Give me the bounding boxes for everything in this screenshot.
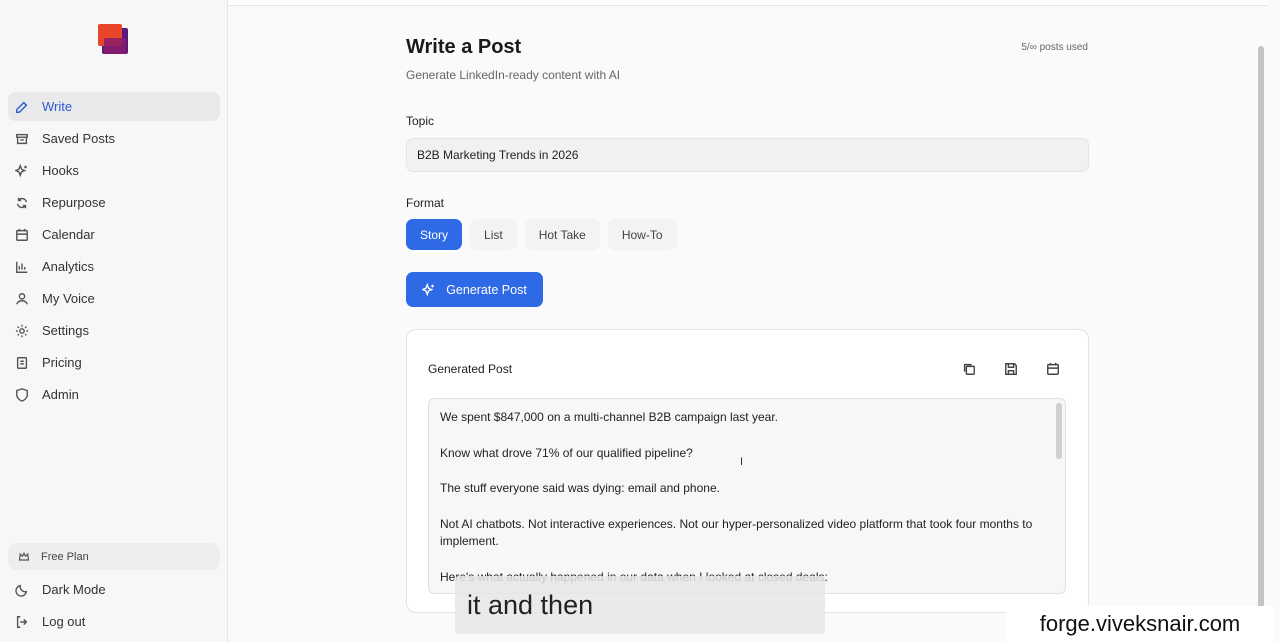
archive-icon xyxy=(14,131,30,147)
generated-post-card: Generated Post We spent $847,000 on a mu… xyxy=(406,329,1089,613)
crown-icon xyxy=(18,551,30,561)
refresh-icon xyxy=(14,195,30,211)
generate-post-button[interactable]: Generate Post xyxy=(406,272,543,307)
sidebar-item-label: My Voice xyxy=(42,291,95,306)
sparkle-icon xyxy=(14,163,30,179)
dark-mode-toggle[interactable]: Dark Mode xyxy=(8,575,220,604)
sidebar-item-write[interactable]: Write xyxy=(8,92,220,121)
page-scrollbar-thumb[interactable] xyxy=(1258,46,1264,642)
post-actions xyxy=(960,360,1062,378)
topic-label: Topic xyxy=(406,114,435,128)
sidebar-bottom-nav: Dark Mode Log out xyxy=(8,575,220,639)
sidebar-item-label: Repurpose xyxy=(42,195,106,210)
post-paragraph: The stuff everyone said was dying: email… xyxy=(440,481,720,495)
sidebar-item-label: Saved Posts xyxy=(42,131,115,146)
pencil-icon xyxy=(14,99,30,115)
sidebar-item-label: Analytics xyxy=(42,259,95,274)
logout-label: Log out xyxy=(42,614,86,629)
sidebar-item-admin[interactable]: Admin xyxy=(8,380,220,409)
sidebar-item-settings[interactable]: Settings xyxy=(8,316,220,345)
usage-counter: 5/∞ posts used xyxy=(1021,42,1088,53)
gear-icon xyxy=(14,323,30,339)
format-selector: Story List Hot Take How-To xyxy=(406,219,677,250)
page-scrollbar[interactable] xyxy=(1258,46,1264,642)
sidebar-item-pricing[interactable]: Pricing xyxy=(8,348,220,377)
sidebar-item-label: Write xyxy=(42,99,73,114)
moon-icon xyxy=(14,582,30,598)
text-cursor-icon: I xyxy=(740,456,744,468)
bar-chart-icon xyxy=(14,259,30,275)
format-label: Format xyxy=(406,196,445,210)
dark-mode-label: Dark Mode xyxy=(42,582,106,597)
generated-post-text[interactable]: We spent $847,000 on a multi-channel B2B… xyxy=(428,398,1066,594)
sparkle-icon xyxy=(422,282,434,296)
sidebar-nav: Write Saved Posts Hooks Repurpose Calend… xyxy=(8,92,220,412)
sidebar-item-calendar[interactable]: Calendar xyxy=(8,220,220,249)
copy-icon[interactable] xyxy=(960,360,978,378)
sidebar-item-repurpose[interactable]: Repurpose xyxy=(8,188,220,217)
plan-label: Free Plan xyxy=(41,550,89,563)
sidebar-item-hooks[interactable]: Hooks xyxy=(8,156,220,185)
format-option-how-to[interactable]: How-To xyxy=(607,219,677,250)
page-subtitle: Generate LinkedIn-ready content with AI xyxy=(406,68,621,82)
sidebar-item-my-voice[interactable]: My Voice xyxy=(8,284,220,313)
sidebar-item-label: Admin xyxy=(42,387,79,402)
user-icon xyxy=(14,291,30,307)
sidebar-item-label: Calendar xyxy=(42,227,95,242)
receipt-icon xyxy=(14,355,30,371)
generate-post-label: Generate Post xyxy=(446,282,527,297)
shield-icon xyxy=(14,387,30,403)
sidebar: Write Saved Posts Hooks Repurpose Calend… xyxy=(0,0,228,642)
watermark: forge.viveksnair.com xyxy=(1006,606,1274,642)
forge-logo[interactable] xyxy=(98,22,130,56)
main-content: Write a Post Generate LinkedIn-ready con… xyxy=(228,6,1268,642)
video-caption: it and then xyxy=(455,576,825,634)
topic-input[interactable] xyxy=(406,138,1089,172)
generated-post-title: Generated Post xyxy=(428,362,513,376)
logout-icon xyxy=(14,614,30,630)
sidebar-item-label: Hooks xyxy=(42,163,79,178)
app-window: Write Saved Posts Hooks Repurpose Calend… xyxy=(0,0,1280,642)
save-icon[interactable] xyxy=(1002,360,1020,378)
format-option-list[interactable]: List xyxy=(470,219,517,250)
post-paragraph: We spent $847,000 on a multi-channel B2B… xyxy=(440,410,778,424)
format-option-hot-take[interactable]: Hot Take xyxy=(524,219,600,250)
sidebar-item-saved-posts[interactable]: Saved Posts xyxy=(8,124,220,153)
page-title: Write a Post xyxy=(406,36,522,58)
sidebar-item-label: Settings xyxy=(42,323,89,338)
schedule-calendar-icon[interactable] xyxy=(1044,360,1062,378)
post-scrollbar[interactable] xyxy=(1056,403,1062,459)
calendar-icon xyxy=(14,227,30,243)
plan-badge: Free Plan xyxy=(8,543,220,570)
sidebar-item-analytics[interactable]: Analytics xyxy=(8,252,220,281)
logout-button[interactable]: Log out xyxy=(8,607,220,636)
post-paragraph: Not AI chatbots. Not interactive experie… xyxy=(440,516,1033,549)
format-option-story[interactable]: Story xyxy=(406,219,463,250)
sidebar-item-label: Pricing xyxy=(42,355,82,370)
post-body: We spent $847,000 on a multi-channel B2B… xyxy=(440,409,1050,593)
